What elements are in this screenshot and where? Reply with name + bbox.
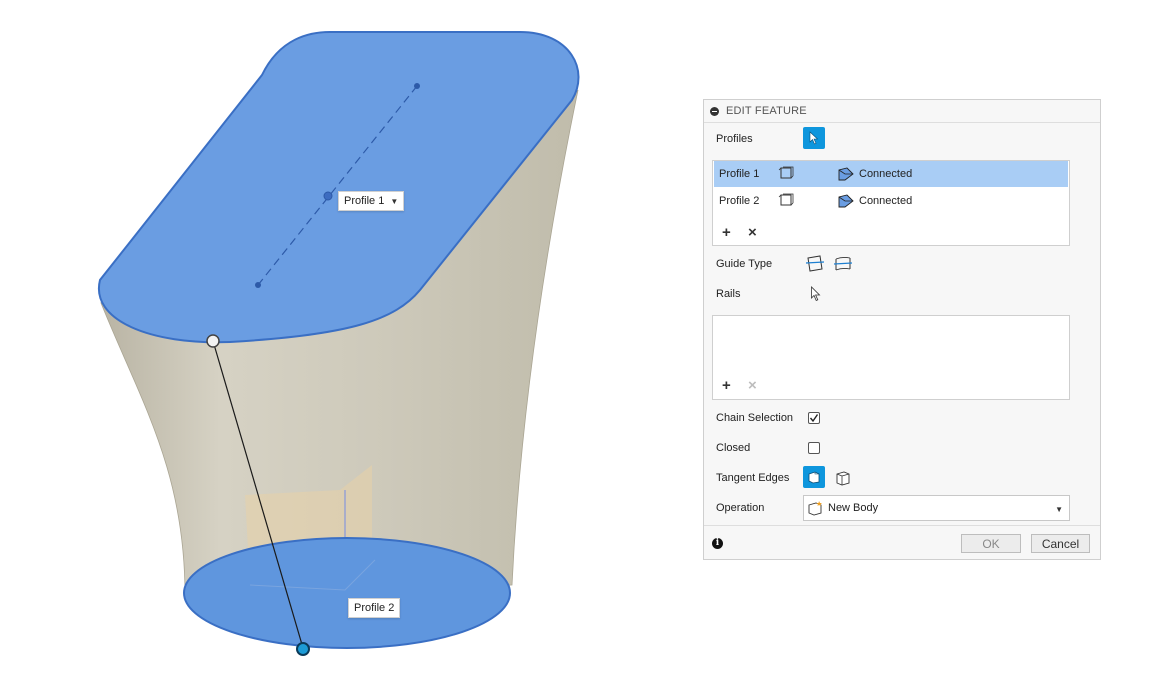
chain-selection-checkbox[interactable]: [808, 412, 820, 424]
panel-footer: i OK Cancel: [704, 525, 1100, 559]
remove-profile-button[interactable]: ×: [748, 225, 757, 240]
rails-label: Rails: [716, 288, 741, 300]
profile-2-face[interactable]: [183, 537, 511, 649]
cursor-arrow-icon: [809, 131, 819, 145]
list-item[interactable]: Profile 2 Connected: [714, 188, 1068, 214]
profiles-list: Profile 1 Connected Profile 2 Connected: [712, 160, 1070, 246]
guide-end-handle[interactable]: [296, 642, 310, 656]
split-body-icon[interactable]: [835, 470, 851, 486]
profile-row-status[interactable]: Connected: [859, 168, 912, 180]
connected-icon[interactable]: [837, 193, 855, 209]
check-icon: [809, 414, 819, 423]
operation-value: New Body: [828, 502, 879, 514]
profile-1-tag[interactable]: Profile 1 ▼: [338, 191, 405, 211]
profiles-label: Profiles: [716, 133, 753, 145]
profile-2-tag[interactable]: Profile 2: [348, 598, 401, 618]
rails-list: + ×: [712, 315, 1070, 400]
profiles-select-button[interactable]: [803, 127, 825, 149]
profile-row-name: Profile 1: [719, 168, 760, 180]
closed-label: Closed: [716, 442, 751, 454]
remove-rail-button[interactable]: ×: [748, 378, 757, 393]
loft-body-view[interactable]: [0, 0, 690, 677]
3d-viewport[interactable]: Profile 1 ▼ Profile 2: [0, 0, 690, 677]
chevron-down-icon[interactable]: ▼: [1055, 505, 1063, 514]
closed-checkbox[interactable]: [808, 442, 820, 454]
guide-rails-icon[interactable]: [805, 255, 825, 273]
profile-row-status[interactable]: Connected: [859, 195, 912, 207]
operation-select[interactable]: New Body ▼: [803, 495, 1070, 521]
list-item[interactable]: Profile 1 Connected: [714, 161, 1068, 187]
tangent-edges-merge-button[interactable]: [803, 466, 825, 488]
chevron-down-icon[interactable]: ▼: [390, 197, 398, 206]
add-rail-button[interactable]: +: [722, 378, 731, 393]
guide-start-handle[interactable]: [206, 334, 220, 348]
profile-1-tag-text: Profile 1: [344, 195, 385, 207]
cursor-arrow-icon[interactable]: [810, 286, 822, 302]
ok-button[interactable]: OK: [961, 534, 1021, 553]
panel-header: EDIT FEATURE: [704, 100, 1100, 123]
profile-shape-icon[interactable]: [778, 193, 794, 207]
profile-2-tag-text: Profile 2: [354, 602, 395, 614]
smooth-body-icon: [808, 471, 820, 484]
new-body-icon: [808, 501, 822, 516]
profile-row-name: Profile 2: [719, 195, 760, 207]
edit-feature-panel: EDIT FEATURE Profiles Profile 1 Connecte…: [703, 99, 1101, 560]
collapse-icon[interactable]: [710, 106, 719, 116]
add-profile-button[interactable]: +: [722, 225, 731, 240]
info-icon[interactable]: i: [712, 538, 723, 549]
tangent-edges-label: Tangent Edges: [716, 472, 790, 484]
connected-icon[interactable]: [837, 166, 855, 182]
panel-title: EDIT FEATURE: [726, 105, 807, 117]
operation-label: Operation: [716, 502, 765, 514]
cancel-button[interactable]: Cancel: [1031, 534, 1090, 553]
centerline-icon[interactable]: [833, 255, 853, 273]
profile-shape-icon[interactable]: [778, 166, 794, 180]
guide-type-label: Guide Type: [716, 258, 773, 270]
chain-selection-label: Chain Selection: [716, 412, 794, 424]
